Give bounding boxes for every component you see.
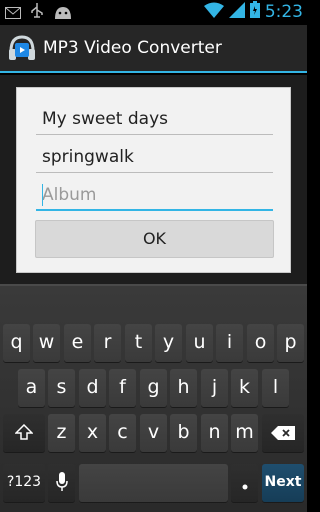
- key-e[interactable]: e: [64, 324, 91, 362]
- key-g[interactable]: g: [140, 369, 167, 407]
- keyboard-row-1: q w e r t y u i o p: [0, 324, 307, 368]
- key-w[interactable]: w: [33, 324, 60, 362]
- key-l[interactable]: l: [262, 369, 289, 407]
- text-cursor: [42, 184, 43, 206]
- key-f[interactable]: f: [109, 369, 136, 407]
- backspace-key[interactable]: [262, 414, 304, 452]
- key-a[interactable]: a: [18, 369, 45, 407]
- period-key[interactable]: [231, 464, 258, 502]
- key-m[interactable]: m: [231, 414, 258, 452]
- key-z[interactable]: z: [48, 414, 75, 452]
- battery-icon: [249, 1, 260, 22]
- usb-icon: [30, 3, 44, 23]
- album-field[interactable]: [36, 181, 273, 211]
- key-u[interactable]: u: [186, 324, 213, 362]
- soft-keyboard: q w e r t y u i o p a s d f g h j k l z …: [0, 284, 307, 512]
- status-bar: 5:23: [0, 0, 307, 25]
- key-c[interactable]: c: [109, 414, 136, 452]
- key-p[interactable]: p: [277, 324, 304, 362]
- symbols-key[interactable]: ?123: [3, 464, 45, 502]
- artist-input[interactable]: [36, 143, 273, 171]
- key-t[interactable]: t: [125, 324, 152, 362]
- mail-icon: [5, 4, 21, 23]
- clock: 5:23: [264, 1, 303, 22]
- tag-edit-dialog: OK: [16, 87, 291, 273]
- action-bar: MP3 Video Converter: [0, 25, 307, 73]
- key-n[interactable]: n: [201, 414, 228, 452]
- space-key[interactable]: [79, 464, 228, 502]
- key-r[interactable]: r: [94, 324, 121, 362]
- key-b[interactable]: b: [170, 414, 197, 452]
- key-h[interactable]: h: [170, 369, 197, 407]
- key-o[interactable]: o: [247, 324, 274, 362]
- signal-icon: [228, 1, 245, 22]
- keyboard-row-2: a s d f g h j k l: [0, 369, 307, 413]
- microphone-icon: [55, 472, 68, 496]
- period-icon: [242, 478, 248, 494]
- key-i[interactable]: i: [216, 324, 243, 362]
- keyboard-row-4: ?123 Next: [0, 464, 307, 508]
- android-icon: [53, 4, 73, 23]
- ok-button[interactable]: OK: [35, 220, 274, 258]
- backspace-icon: [271, 426, 295, 444]
- headphones-app-icon[interactable]: [7, 33, 37, 63]
- keyboard-row-3: z x c v b n m: [0, 414, 307, 458]
- key-d[interactable]: d: [79, 369, 106, 407]
- artist-field[interactable]: [36, 143, 273, 173]
- key-s[interactable]: s: [48, 369, 75, 407]
- album-input[interactable]: [36, 181, 273, 209]
- title-field[interactable]: [36, 105, 273, 135]
- key-v[interactable]: v: [140, 414, 167, 452]
- title-input[interactable]: [36, 105, 273, 133]
- wifi-icon: [203, 2, 224, 22]
- key-x[interactable]: x: [79, 414, 106, 452]
- key-q[interactable]: q: [3, 324, 30, 362]
- voice-input-key[interactable]: [48, 464, 75, 502]
- key-j[interactable]: j: [201, 369, 228, 407]
- app-title: MP3 Video Converter: [43, 38, 222, 58]
- key-y[interactable]: y: [155, 324, 182, 362]
- next-key[interactable]: Next: [262, 464, 304, 502]
- shift-key[interactable]: [3, 414, 45, 452]
- key-k[interactable]: k: [231, 369, 258, 407]
- shift-icon: [14, 423, 34, 444]
